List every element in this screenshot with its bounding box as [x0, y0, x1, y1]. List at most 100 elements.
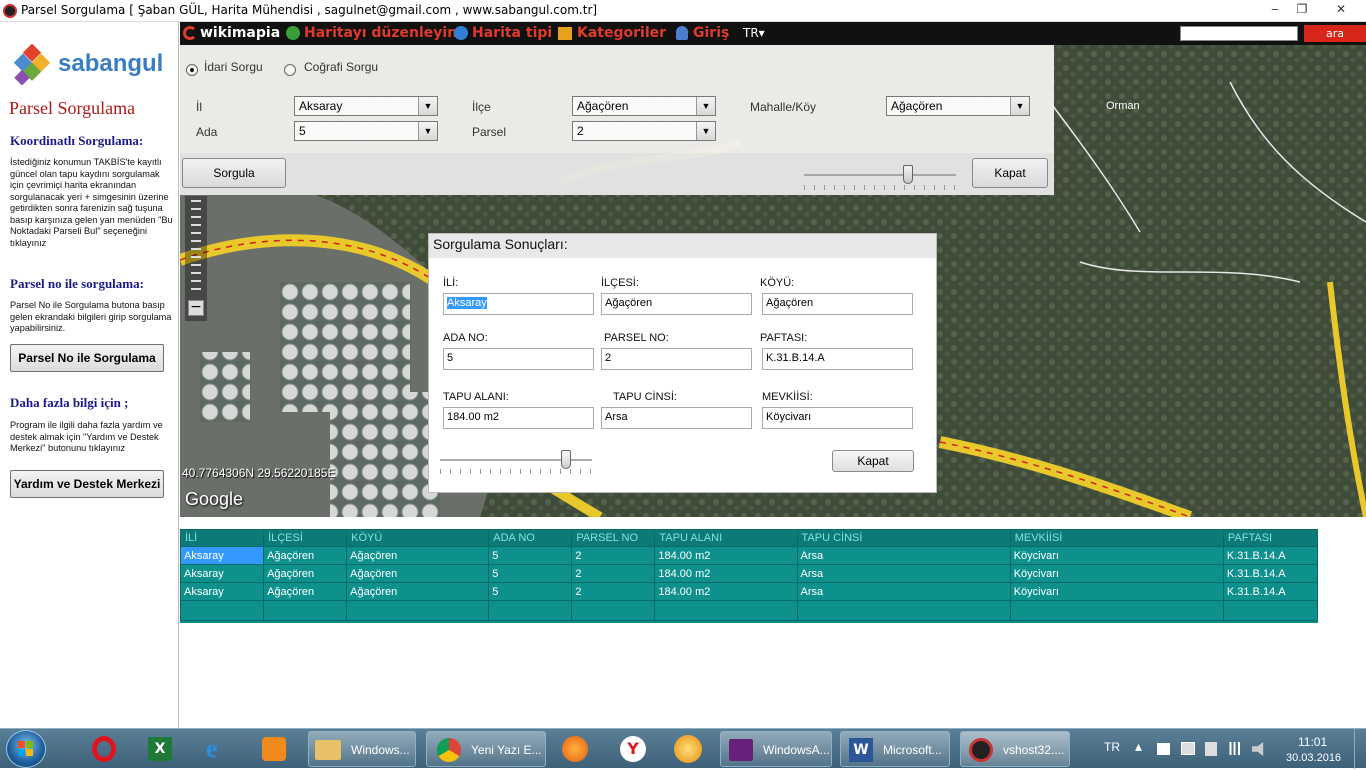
result-koy-field[interactable]: Ağaçören	[762, 293, 913, 315]
media-taskbar-icon[interactable]	[250, 731, 298, 767]
table-cell[interactable]: 184.00 m2	[654, 546, 798, 565]
table-cell[interactable]: Aksaray	[179, 582, 265, 601]
column-header[interactable]: KÖYÜ	[346, 529, 490, 547]
wikimapia-search-input[interactable]	[1180, 26, 1298, 41]
table-cell[interactable]: Ağaçören	[263, 546, 348, 565]
tray-time[interactable]: 11:01	[1298, 735, 1327, 749]
slider-thumb[interactable]	[903, 165, 913, 184]
result-mevki-field[interactable]: Köycivarı	[762, 407, 913, 429]
il-select[interactable]: Aksaray ▼	[294, 96, 438, 116]
tray-date[interactable]: 30.03.2016	[1286, 752, 1341, 764]
start-button[interactable]	[6, 730, 46, 768]
table-cell[interactable]: Köycivarı	[1009, 564, 1224, 583]
language-select[interactable]: TR▾	[743, 26, 765, 40]
table-cell[interactable]	[1222, 600, 1319, 621]
edit-map-link[interactable]: Haritayı düzenleyin	[304, 25, 457, 41]
panel-opacity-slider[interactable]	[804, 165, 956, 191]
table-cell[interactable]: Ağaçören	[263, 564, 348, 583]
taskbar-chrome[interactable]: Yeni Yazı E...	[426, 731, 546, 767]
table-row[interactable]: Aksaray Ağaçören Ağaçören 5 2 184.00 m2 Arsa Kö…	[179, 546, 1319, 565]
table-cell[interactable]: 2	[571, 564, 656, 583]
table-cell[interactable]: 2	[571, 582, 656, 601]
column-header[interactable]: TAPU ALANI	[654, 529, 798, 547]
map-type-menu[interactable]: Harita tipi	[472, 25, 552, 41]
table-cell[interactable]	[796, 600, 1011, 621]
table-cell[interactable]: 184.00 m2	[654, 564, 798, 583]
table-cell[interactable]	[654, 600, 798, 621]
table-cell[interactable]: Arsa	[796, 582, 1011, 601]
wikimapia-search-button[interactable]: ara	[1304, 25, 1366, 42]
table-row[interactable]: Aksaray Ağaçören Ağaçören 5 2 184.00 m2 Arsa Kö…	[179, 582, 1319, 601]
tray-battery-icon[interactable]	[1205, 742, 1217, 756]
firefox-taskbar-icon[interactable]	[550, 731, 598, 767]
column-header[interactable]: TAPU CİNSİ	[796, 529, 1011, 547]
result-cins-field[interactable]: Arsa	[601, 407, 752, 429]
minimize-button[interactable]: ‒	[1261, 1, 1289, 18]
query-close-button[interactable]: Kapat	[972, 158, 1048, 188]
column-header[interactable]: ADA NO	[488, 529, 573, 547]
table-cell[interactable]: Ağaçören	[346, 564, 490, 583]
table-cell[interactable]: 184.00 m2	[654, 582, 798, 601]
table-cell[interactable]	[346, 600, 490, 621]
radio-admin-query[interactable]	[186, 64, 198, 76]
taskbar-visual-studio[interactable]: WindowsA...	[720, 731, 832, 767]
table-cell[interactable]: 5	[488, 564, 573, 583]
categories-menu[interactable]: Kategoriler	[577, 25, 666, 41]
table-cell[interactable]: Ağaçören	[263, 582, 348, 601]
column-header[interactable]: PARSEL NO	[571, 529, 656, 547]
table-cell[interactable]: Aksaray	[179, 564, 265, 583]
tray-volume-icon[interactable]	[1252, 742, 1264, 756]
table-cell[interactable]	[488, 600, 573, 621]
result-alan-field[interactable]: 184.00 m2	[443, 407, 594, 429]
table-cell[interactable]	[263, 600, 348, 621]
opera-taskbar-icon[interactable]	[80, 731, 128, 767]
yandex-taskbar-icon[interactable]: Y	[608, 731, 656, 767]
table-cell[interactable]: Aksaray	[179, 546, 265, 565]
column-header[interactable]: PAFTASI	[1222, 529, 1319, 547]
table-cell[interactable]: Ağaçören	[346, 546, 490, 565]
help-center-button[interactable]: Yardım ve Destek Merkezi	[10, 470, 164, 498]
table-cell[interactable]: Arsa	[796, 564, 1011, 583]
zoom-out-icon[interactable]: −	[188, 300, 204, 316]
results-opacity-slider[interactable]	[440, 450, 592, 474]
tray-network-icon[interactable]	[1181, 742, 1195, 755]
table-cell[interactable]: K.31.B.14.A	[1222, 546, 1319, 565]
smart-taskbar-icon[interactable]	[664, 731, 712, 767]
table-cell[interactable]: K.31.B.14.A	[1222, 582, 1319, 601]
table-cell[interactable]: 5	[488, 582, 573, 601]
tray-signal-icon[interactable]	[1228, 742, 1242, 755]
maximize-button[interactable]: ❐	[1288, 1, 1316, 18]
slider-thumb[interactable]	[561, 450, 571, 469]
zoom-slider[interactable]: −	[185, 196, 207, 321]
table-cell[interactable]: 5	[488, 546, 573, 565]
mahalle-select[interactable]: Ağaçören ▼	[886, 96, 1030, 116]
column-header[interactable]: MEVKİİSİ	[1009, 529, 1224, 547]
table-cell[interactable]: 2	[571, 546, 656, 565]
table-cell[interactable]: Köycivarı	[1009, 546, 1224, 565]
result-ada-field[interactable]: 5	[443, 348, 594, 370]
tray-language[interactable]: TR	[1104, 740, 1120, 754]
parcel-query-button[interactable]: Parsel No ile Sorgulama	[10, 344, 164, 372]
table-cell[interactable]	[179, 600, 265, 621]
result-pafta-field[interactable]: K.31.B.14.A	[762, 348, 913, 370]
excel-taskbar-icon[interactable]: X	[136, 731, 184, 767]
tray-chevron-up-icon[interactable]: ▴	[1135, 738, 1142, 755]
taskbar-vshost[interactable]: vshost32....	[960, 731, 1070, 767]
column-header[interactable]: İLİ	[179, 529, 265, 547]
query-button[interactable]: Sorgula	[182, 158, 286, 188]
table-cell[interactable]: Köycivarı	[1009, 582, 1224, 601]
wikimapia-logo[interactable]: wikimapia	[200, 25, 280, 41]
taskbar-word[interactable]: W Microsoft...	[840, 731, 950, 767]
results-grid[interactable]: İLİ İLÇESİ KÖYÜ ADA NO PARSEL NO TAPU ALANI TA…	[179, 529, 1319, 623]
column-header[interactable]: İLÇESİ	[263, 529, 348, 547]
ie-taskbar-icon[interactable]: e	[194, 731, 242, 767]
show-desktop-button[interactable]	[1354, 729, 1366, 769]
ilce-select[interactable]: Ağaçören ▼	[572, 96, 716, 116]
parsel-select[interactable]: 2 ▼	[572, 121, 716, 141]
login-link[interactable]: Giriş	[693, 25, 729, 41]
result-il-field[interactable]: Aksaray	[443, 293, 594, 315]
table-cell[interactable]	[571, 600, 656, 621]
taskbar-explorer[interactable]: Windows...	[308, 731, 416, 767]
table-cell[interactable]: Ağaçören	[346, 582, 490, 601]
table-new-row[interactable]	[179, 600, 1319, 621]
